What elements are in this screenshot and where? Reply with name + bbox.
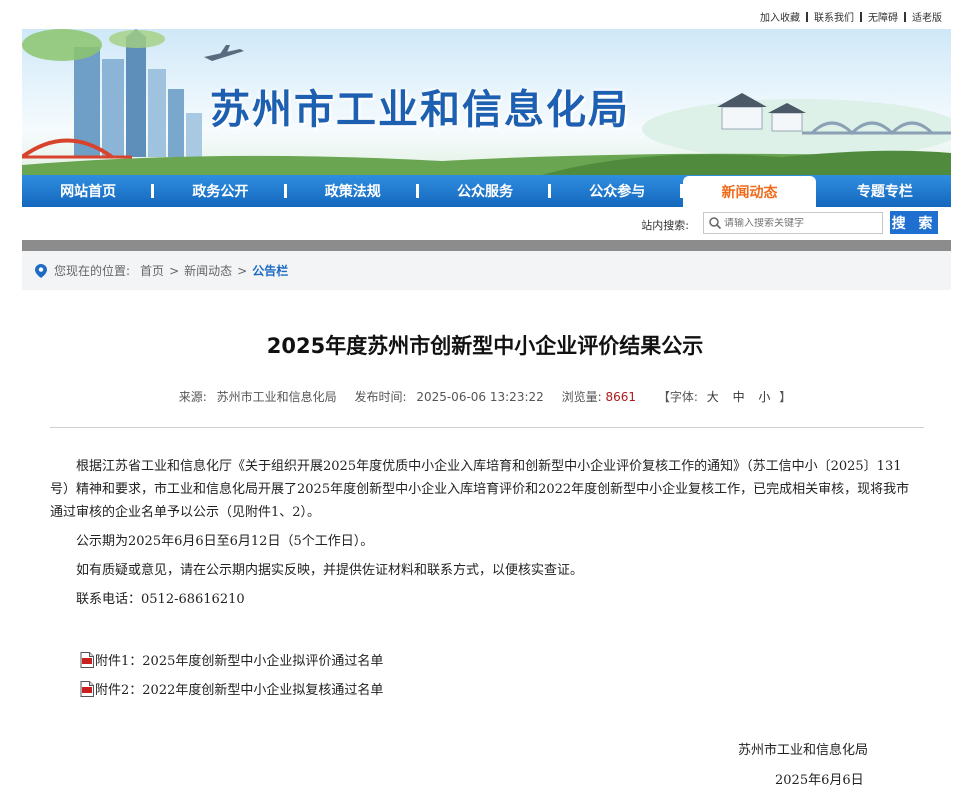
paragraph: 如有质疑或意见，请在公示期内据实反映，并提供佐证材料和联系方式，以便核实查证。	[76, 563, 584, 578]
nav-item-home[interactable]: 网站首页	[22, 175, 155, 207]
font-medium-button[interactable]: 中	[733, 390, 745, 404]
search-button[interactable]: 搜 索	[890, 211, 938, 234]
nav-item-news[interactable]: 新闻动态	[683, 176, 816, 207]
nav-label: 政务公开	[192, 184, 249, 200]
time-label: 发布时间:	[354, 390, 407, 404]
source-label: 来源:	[178, 390, 207, 404]
views-count: 8661	[605, 390, 637, 404]
attachment-label: 附件1：2025年度创新型中小企业拟评价通过名单	[95, 654, 384, 669]
nav-label: 政策法规	[324, 184, 381, 200]
time-value: 2025-06-06 13:23:22	[416, 390, 544, 404]
nav-label: 专题专栏	[856, 184, 913, 200]
nav-item-topics[interactable]: 专题专栏	[819, 175, 951, 207]
accessibility-link[interactable]: 无障碍	[868, 9, 898, 24]
header-divider	[50, 427, 924, 428]
nav-label: 公众服务	[456, 184, 513, 200]
nav-label: 新闻动态	[721, 184, 778, 201]
banner-title: 苏州市工业和信息化局	[210, 87, 630, 133]
article-body: 根据江苏省工业和信息化厅《关于组织开展2025年度优质中小企业入库培育和创新型中…	[50, 455, 914, 617]
divider	[904, 11, 906, 22]
contact-us-link[interactable]: 联系我们	[814, 9, 854, 24]
breadcrumb-prefix: 您现在的位置:	[54, 264, 131, 278]
breadcrumb-separator: >	[237, 263, 248, 278]
article-meta: 来源: 苏州市工业和信息化局 发布时间: 2025-06-06 13:23:22…	[0, 388, 970, 405]
nav-label: 网站首页	[60, 184, 117, 200]
site-banner: 苏州市工业和信息化局	[22, 29, 951, 175]
paragraph: 公示期为2025年6月6日至6月12日（5个工作日）。	[76, 534, 374, 549]
main-nav: 网站首页 政务公开 政策法规 公众服务 公众参与 新闻动态 专题专栏	[22, 175, 951, 207]
nav-item-policy[interactable]: 政策法规	[287, 175, 419, 207]
paragraph: 联系电话：0512-68616210	[76, 592, 245, 607]
breadcrumb-current[interactable]: 公告栏	[252, 262, 288, 279]
divider	[860, 11, 862, 22]
breadcrumb: 您现在的位置: 首页 > 新闻动态 > 公告栏	[22, 251, 951, 290]
font-end: 】	[779, 390, 792, 404]
nav-item-government[interactable]: 政务公开	[154, 175, 287, 207]
search-icon	[709, 217, 722, 230]
top-links: 加入收藏 联系我们 无障碍 适老版	[760, 9, 942, 24]
attachment-link-1[interactable]: 附件1：2025年度创新型中小企业拟评价通过名单	[80, 650, 383, 669]
divider	[806, 11, 808, 22]
font-small-button[interactable]: 小	[758, 390, 770, 404]
signature-date: 2025年6月6日	[775, 773, 864, 788]
breadcrumb-news[interactable]: 新闻动态	[184, 262, 232, 279]
search-input[interactable]	[722, 217, 876, 229]
article-title: 2025年度苏州市创新型中小企业评价结果公示	[266, 334, 704, 358]
search-bar: 站内搜索: 搜 索	[22, 207, 951, 240]
pdf-file-icon	[80, 651, 94, 668]
pdf-file-icon	[80, 680, 94, 697]
views-label: 浏览量:	[561, 390, 602, 404]
source-value: 苏州市工业和信息化局	[216, 390, 337, 404]
nav-label: 公众参与	[589, 184, 646, 200]
breadcrumb-separator: >	[169, 263, 180, 278]
nav-item-services[interactable]: 公众服务	[419, 175, 552, 207]
font-size-switcher: 【字体: 大 中 小 】	[658, 390, 791, 404]
nav-item-participation[interactable]: 公众参与	[551, 175, 684, 207]
add-favorite-link[interactable]: 加入收藏	[760, 9, 800, 24]
breadcrumb-home[interactable]: 首页	[140, 262, 164, 279]
paragraph: 根据江苏省工业和信息化厅《关于组织开展2025年度优质中小企业入库培育和创新型中…	[50, 459, 910, 520]
search-field[interactable]	[703, 212, 883, 234]
location-pin-icon	[35, 263, 47, 278]
font-large-button[interactable]: 大	[707, 390, 719, 404]
signature: 苏州市工业和信息化局	[738, 743, 869, 758]
search-label: 站内搜索:	[641, 219, 689, 232]
font-label: 【字体:	[657, 390, 698, 404]
attachment-label: 附件2：2022年度创新型中小企业拟复核通过名单	[95, 683, 384, 698]
attachment-link-2[interactable]: 附件2：2022年度创新型中小企业拟复核通过名单	[80, 679, 383, 698]
divider-bar	[22, 240, 951, 251]
elderly-mode-link[interactable]: 适老版	[912, 9, 942, 24]
